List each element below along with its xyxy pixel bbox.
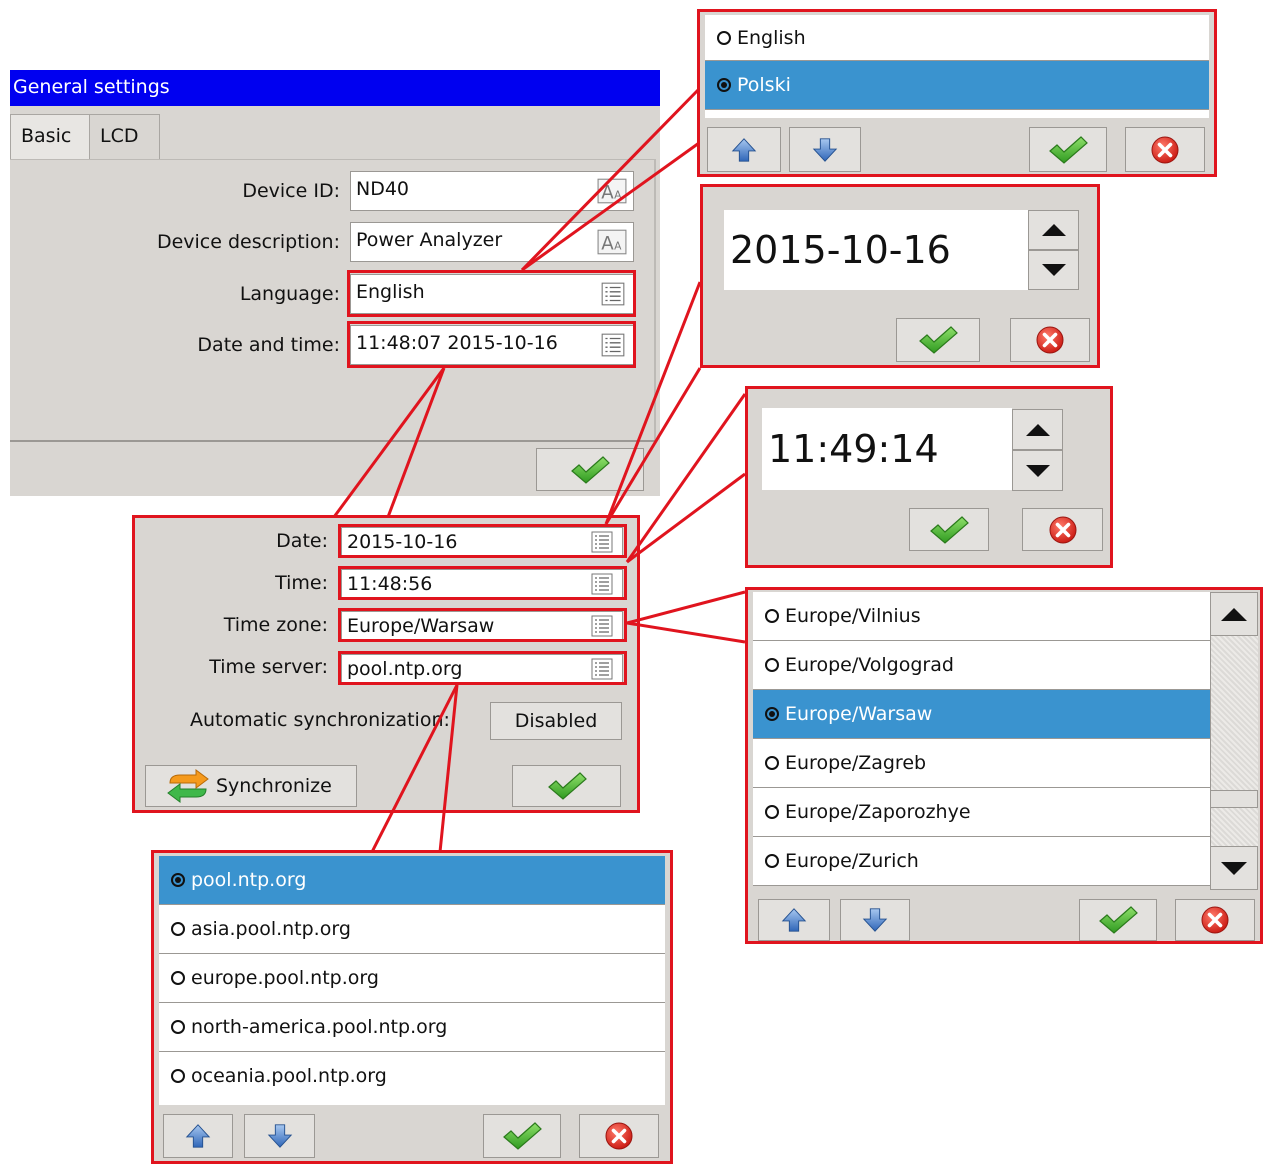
connector-line bbox=[370, 684, 459, 853]
connector-line bbox=[386, 367, 446, 518]
callout-connectors bbox=[332, 87, 747, 853]
connector-line bbox=[626, 621, 746, 644]
connector-line bbox=[604, 281, 702, 525]
connector-line bbox=[626, 472, 746, 564]
connector-line bbox=[604, 367, 702, 525]
connector-line bbox=[625, 393, 747, 563]
connector-line bbox=[521, 141, 700, 272]
connector-line bbox=[626, 590, 746, 625]
connector-line bbox=[520, 87, 701, 272]
connector-line bbox=[438, 684, 459, 853]
connector-line bbox=[332, 367, 446, 518]
